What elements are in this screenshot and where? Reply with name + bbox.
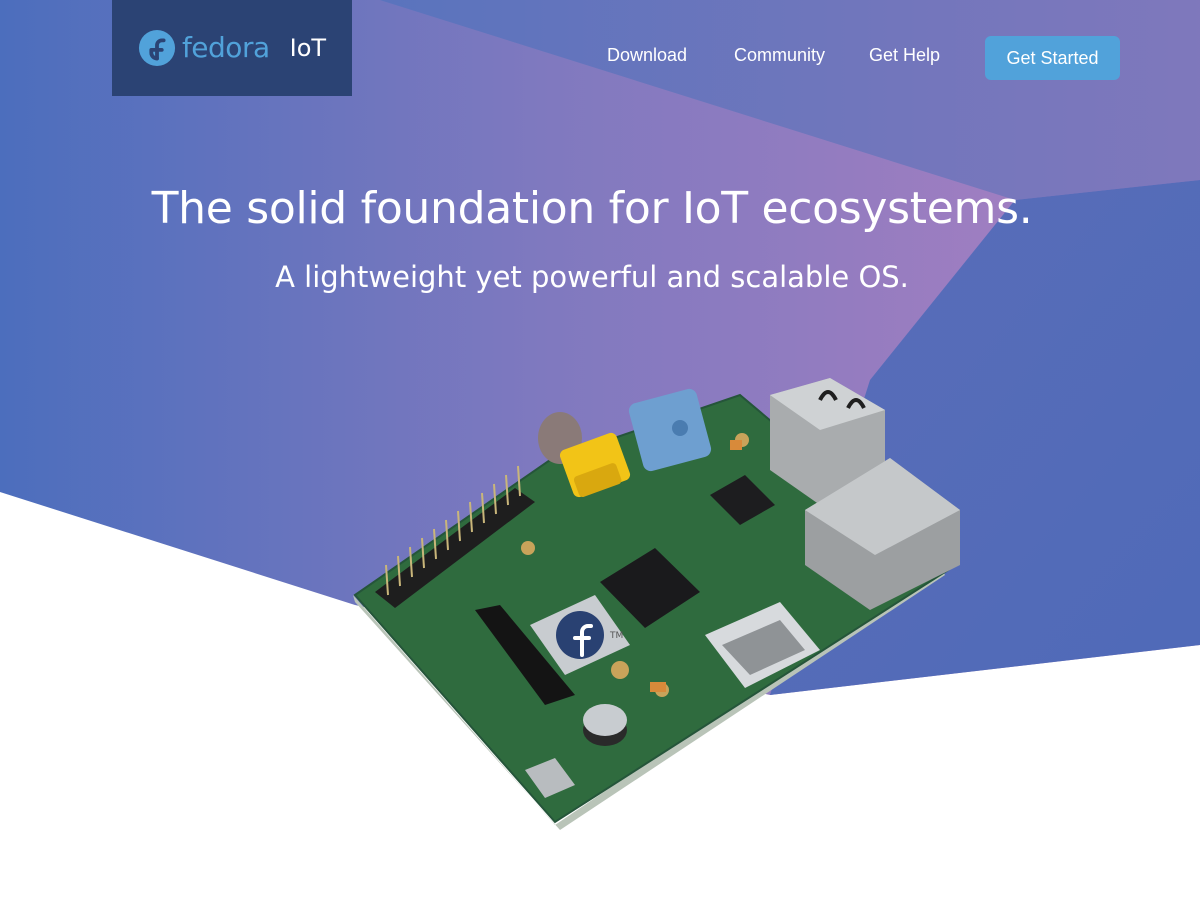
trademark-label: TM — [609, 631, 623, 641]
capacitor — [583, 704, 627, 746]
hero-subtitle: A lightweight yet powerful and scalable … — [275, 260, 909, 294]
nav-link-get-help[interactable]: Get Help — [869, 45, 940, 66]
nav-link-download[interactable]: Download — [607, 45, 687, 66]
get-started-button[interactable]: Get Started — [985, 36, 1120, 80]
nav-link-community[interactable]: Community — [734, 45, 825, 66]
single-board-computer-illustration: TM — [353, 378, 960, 830]
top-navigation: Download Community Get Help Get Started — [0, 0, 1200, 115]
hero-title: The solid foundation for IoT ecosystems. — [151, 183, 1033, 234]
